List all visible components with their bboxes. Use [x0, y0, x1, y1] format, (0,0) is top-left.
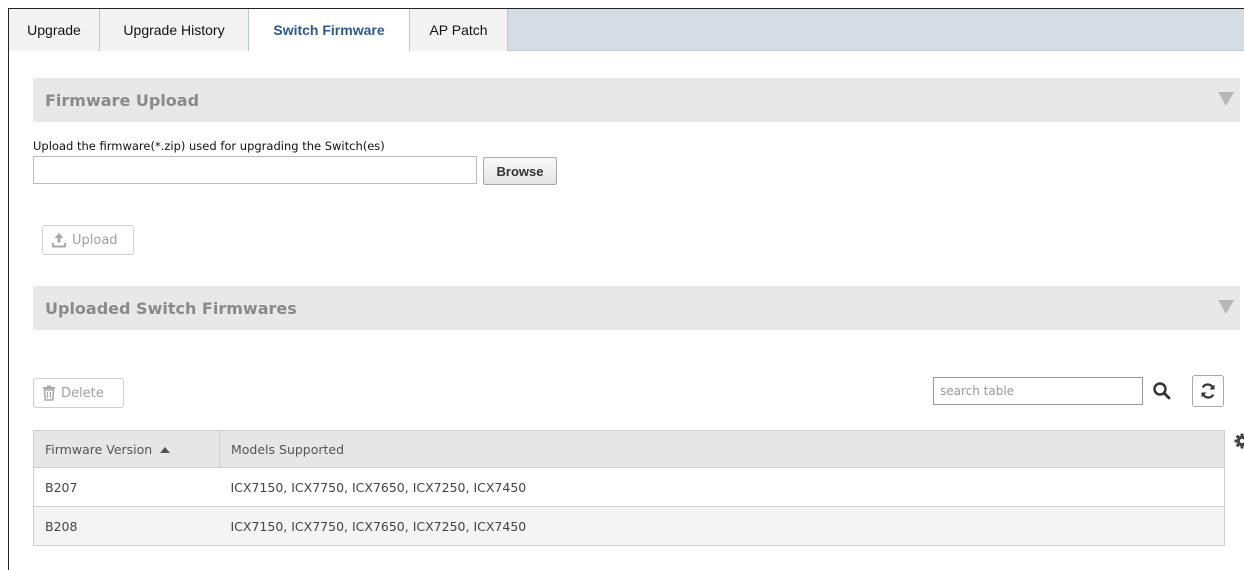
firmware-version-cell: B208 [33, 506, 220, 546]
browse-button[interactable]: Browse [483, 157, 557, 185]
delete-button[interactable]: Delete [33, 378, 124, 408]
gear-icon[interactable] [1234, 433, 1244, 449]
column-header-firmware-version[interactable]: Firmware Version [33, 430, 220, 468]
upload-label: Upload [72, 232, 118, 248]
search-icon[interactable] [1152, 381, 1172, 401]
firmware-file-field[interactable] [33, 156, 477, 184]
uploaded-firmwares-header[interactable]: Uploaded Switch Firmwares [33, 286, 1240, 330]
switch-firmware-panel: Upgrade Upgrade History Switch Firmware … [8, 8, 1244, 570]
sort-ascending-icon [160, 447, 171, 453]
firmware-table: Firmware Version Models Supported B207 I… [33, 430, 1225, 546]
tab-switch-firmware[interactable]: Switch Firmware [249, 9, 410, 52]
upload-button[interactable]: Upload [42, 225, 134, 255]
tab-ap-patch[interactable]: AP Patch [410, 9, 508, 51]
refresh-button[interactable] [1192, 375, 1224, 407]
upload-icon [52, 233, 66, 248]
firmware-upload-header[interactable]: Firmware Upload [33, 78, 1240, 122]
table-row[interactable]: B207 ICX7150, ICX7750, ICX7650, ICX7250,… [33, 467, 1225, 507]
uploaded-firmwares-title: Uploaded Switch Firmwares [45, 298, 297, 318]
models-supported-cell: ICX7150, ICX7750, ICX7650, ICX7250, ICX7… [219, 506, 1225, 546]
column-header-label: Models Supported [231, 441, 345, 457]
search-table-input[interactable] [933, 377, 1143, 405]
models-supported-cell: ICX7150, ICX7750, ICX7650, ICX7250, ICX7… [219, 467, 1225, 507]
trash-icon [43, 385, 55, 401]
column-header-label: Firmware Version [45, 441, 153, 457]
tab-upgrade-history[interactable]: Upgrade History [100, 9, 249, 51]
firmware-upload-title: Firmware Upload [45, 90, 200, 110]
upload-instruction: Upload the firmware(*.zip) used for upgr… [33, 139, 385, 153]
tab-bar: Upgrade Upgrade History Switch Firmware … [9, 9, 1244, 52]
collapse-triangle-icon[interactable] [1218, 92, 1234, 106]
table-header-row: Firmware Version Models Supported [33, 430, 1225, 468]
tab-upgrade[interactable]: Upgrade [9, 9, 100, 51]
collapse-triangle-icon[interactable] [1218, 300, 1234, 314]
table-row[interactable]: B208 ICX7150, ICX7750, ICX7650, ICX7250,… [33, 506, 1225, 546]
column-header-models-supported[interactable]: Models Supported [219, 430, 1225, 468]
browse-label: Browse [496, 163, 544, 179]
refresh-icon [1201, 383, 1215, 399]
delete-label: Delete [61, 385, 104, 401]
firmware-version-cell: B207 [33, 467, 220, 507]
